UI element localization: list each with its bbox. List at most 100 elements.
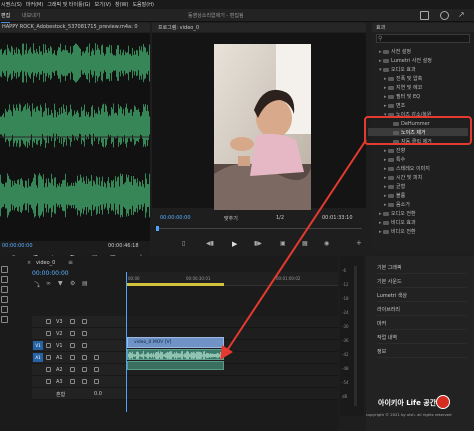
timeline-settings-icon[interactable]: ⚙	[70, 280, 75, 287]
fullscreen-icon[interactable]	[420, 11, 429, 20]
lock-icon[interactable]	[46, 343, 51, 348]
sync-lock-icon[interactable]	[70, 319, 75, 324]
tab-export[interactable]: 내보내기	[22, 12, 40, 19]
slip-tool-icon[interactable]	[1, 306, 8, 313]
program-tc-current[interactable]: 00:00:00:00	[160, 215, 191, 221]
track-select-tool-icon[interactable]	[1, 276, 8, 283]
effects-search-input[interactable]: ⚲	[376, 34, 470, 43]
track-header[interactable]: V3	[32, 316, 126, 328]
tab-edit[interactable]: 편집	[1, 12, 11, 23]
selection-tool-icon[interactable]	[1, 266, 8, 273]
track-header[interactable]: V2	[32, 328, 126, 340]
notification-icon[interactable]	[440, 11, 449, 20]
solo-icon[interactable]	[82, 355, 87, 360]
share-icon[interactable]: ↗	[458, 10, 465, 19]
side-panel-item[interactable]: 마커	[377, 318, 467, 330]
eye-icon[interactable]	[82, 331, 87, 336]
source-patch-a1[interactable]: A1	[33, 353, 43, 362]
effects-tree-item[interactable]: ▸ 균형	[384, 183, 405, 191]
add-marker-icon[interactable]: ▼	[58, 280, 63, 287]
solo-icon[interactable]	[82, 367, 87, 372]
track-lane[interactable]	[126, 376, 338, 388]
sync-lock-icon[interactable]	[70, 343, 75, 348]
effects-tree-item[interactable]: ▸ 잔향	[384, 147, 405, 155]
track-header[interactable]: 혼합 0.0	[32, 388, 126, 400]
prog-add-button-icon[interactable]: +	[356, 239, 362, 247]
source-waveform[interactable]	[0, 33, 150, 241]
lock-icon[interactable]	[46, 367, 51, 372]
source-patch-v1[interactable]: V1	[33, 341, 43, 350]
menu-view[interactable]: 보기(V)	[94, 1, 111, 8]
track-lane[interactable]	[126, 388, 338, 400]
lift-icon[interactable]: ▣	[280, 240, 286, 247]
program-scrub-bar[interactable]	[152, 226, 366, 231]
menu-icon[interactable]: ≡	[68, 259, 73, 266]
razor-tool-icon[interactable]	[1, 296, 8, 303]
prog-step-back-icon[interactable]: ◀▮	[206, 240, 214, 247]
close-icon[interactable]: ×	[27, 260, 31, 266]
prog-mark-in-icon[interactable]: ▯	[182, 240, 185, 247]
snap-icon[interactable]: ⤵	[34, 280, 40, 289]
side-panel-item[interactable]: 정보	[377, 346, 467, 358]
menu-help[interactable]: 도움말(H)	[132, 1, 153, 8]
mute-icon[interactable]	[70, 367, 75, 372]
microphone-icon[interactable]	[94, 367, 99, 372]
effects-tree-item[interactable]: ▸ 오디오 전환	[379, 210, 416, 218]
track-header[interactable]: A3	[32, 376, 126, 388]
microphone-icon[interactable]	[94, 379, 99, 384]
program-fit-select[interactable]: 맞추기	[224, 215, 238, 222]
mute-icon[interactable]	[70, 379, 75, 384]
effects-tree-item[interactable]: ▸ 비디오 전환	[379, 228, 416, 236]
pen-tool-icon[interactable]	[1, 316, 8, 323]
eye-icon[interactable]	[82, 319, 87, 324]
work-area-bar[interactable]	[126, 283, 224, 286]
lock-icon[interactable]	[46, 331, 51, 336]
side-panel-item[interactable]: 기본 그래픽	[377, 262, 467, 274]
effects-tree-item[interactable]: ▸ 스테레오 이미지	[384, 165, 430, 173]
eye-icon[interactable]	[82, 343, 87, 348]
track-header[interactable]: A2	[32, 364, 126, 376]
lock-icon[interactable]	[46, 319, 51, 324]
video-clip[interactable]: video_0.MOV [V]	[127, 337, 224, 348]
effects-tree-item[interactable]: ▾ 오디오 효과	[379, 66, 416, 74]
menu-marker[interactable]: 마커(M)	[26, 1, 43, 8]
effects-tree-item[interactable]: ▸ 특수	[384, 156, 405, 164]
sequence-tab[interactable]: video_0	[36, 260, 55, 266]
track-header[interactable]: A1	[32, 352, 126, 364]
effects-tree-item[interactable]: ▸ 사전 설정	[379, 48, 411, 56]
prog-play-icon[interactable]: ▶	[232, 240, 237, 248]
side-panel-item[interactable]: 기본 사운드	[377, 276, 467, 288]
sync-lock-icon[interactable]	[70, 331, 75, 336]
menu-graphics[interactable]: 그래픽 및 타이틀(G)	[47, 1, 90, 8]
mix-volume[interactable]: 0.0	[94, 391, 102, 397]
side-panel-item[interactable]: 라이브러리	[377, 304, 467, 316]
solo-icon[interactable]	[82, 379, 87, 384]
playhead[interactable]	[126, 272, 127, 412]
effects-tree-item[interactable]: ▸ 비디오 효과	[379, 219, 416, 227]
side-panel-item[interactable]: Lumetri 색상	[377, 290, 467, 302]
track-lane[interactable]	[126, 316, 338, 328]
linked-selection-icon[interactable]: ∞	[46, 280, 51, 287]
effects-tree-item[interactable]: ▸ Lumetri 사전 설정	[379, 57, 432, 65]
track-header[interactable]: V1	[32, 340, 126, 352]
effects-tree-item[interactable]: ▸ 변조	[384, 102, 405, 110]
effects-tree-item[interactable]: ▸ 볼륨	[384, 192, 405, 200]
extract-icon[interactable]: ▦	[302, 240, 308, 247]
camera-icon[interactable]: ◉	[324, 240, 329, 247]
effects-tree-item[interactable]: ▸ 지연 및 에코	[384, 84, 422, 92]
audio-clip[interactable]	[127, 349, 224, 360]
side-panel-item[interactable]: 작업 내역	[377, 332, 467, 344]
menu-sequence[interactable]: 시퀀스(S)	[1, 1, 22, 8]
source-tc-in[interactable]: 00:00:00:00	[2, 243, 33, 249]
ripple-edit-tool-icon[interactable]	[1, 286, 8, 293]
effects-tree-item[interactable]: ▸ 필터 및 EQ	[384, 93, 420, 101]
effects-tree-item[interactable]: ▸ 시간 및 피치	[384, 174, 422, 182]
captions-icon[interactable]: ▤	[82, 280, 88, 287]
lock-icon[interactable]	[46, 379, 51, 384]
menu-window[interactable]: 창(W)	[115, 1, 128, 8]
effects-tree-item[interactable]: ▸ 진폭 및 압축	[384, 75, 422, 83]
prog-step-forward-icon[interactable]: ▮▶	[254, 240, 262, 247]
lock-icon[interactable]	[46, 355, 51, 360]
microphone-icon[interactable]	[94, 355, 99, 360]
timeline-timecode[interactable]: 00:00:00:00	[32, 270, 69, 277]
